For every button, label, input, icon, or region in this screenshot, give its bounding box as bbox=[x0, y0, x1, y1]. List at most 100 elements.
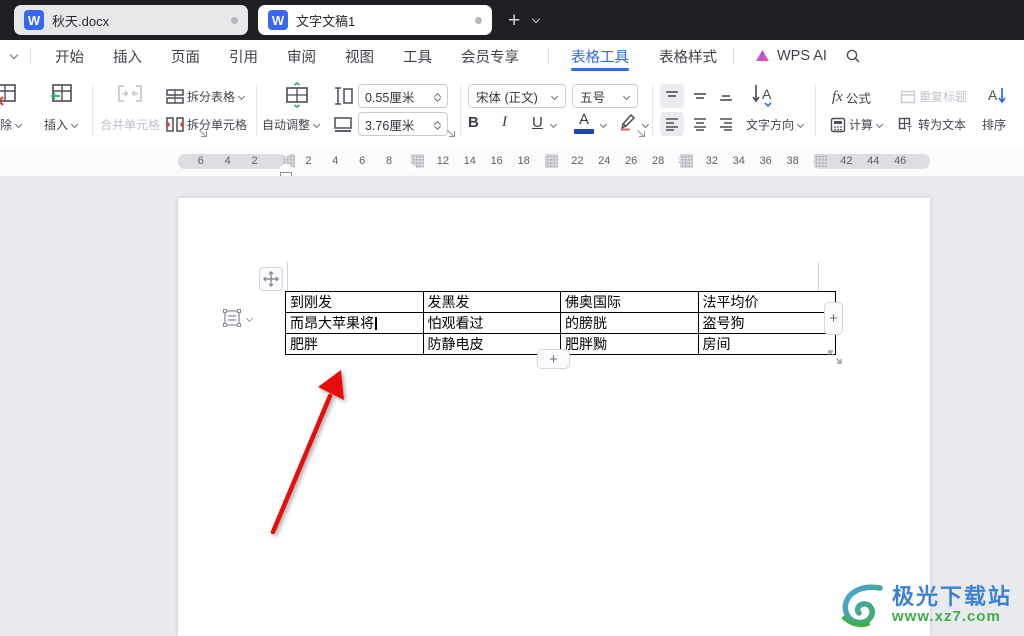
delete-cells-button[interactable]: 除 bbox=[0, 116, 22, 133]
svg-text:A: A bbox=[762, 86, 772, 102]
col-width-input[interactable]: 3.76厘米 bbox=[358, 112, 448, 136]
table-cell[interactable]: 肥胖黝 bbox=[560, 333, 699, 355]
doc-table[interactable]: 到刚发 发黑发 佛奥国际 法平均价 而昂大苹果将 怕观看过 的膀胱 盗号狗 肥胖 防静电皮 肥胖黝房… bbox=[285, 291, 836, 355]
table-column-marker[interactable] bbox=[680, 154, 693, 168]
ruler-number: 26 bbox=[625, 155, 638, 167]
convert-to-text-button[interactable]: T 转为文本 bbox=[898, 116, 966, 133]
col-width-icon bbox=[332, 114, 354, 134]
font-name-select[interactable]: 宋体 (正文) bbox=[468, 84, 566, 108]
table-cell[interactable]: 盗号狗 bbox=[697, 312, 836, 334]
font-color-button[interactable]: A bbox=[574, 112, 594, 134]
svg-text:A: A bbox=[988, 87, 998, 103]
table-cell[interactable]: 怕观看过 bbox=[422, 312, 561, 334]
tab-modified-dot[interactable] bbox=[231, 16, 238, 24]
row-selector-button[interactable] bbox=[221, 307, 253, 329]
ruler-number: 44 bbox=[867, 155, 880, 167]
collapse-ribbon-chevron-icon[interactable] bbox=[10, 52, 18, 60]
row-height-icon bbox=[332, 86, 354, 106]
chevron-down-icon[interactable] bbox=[550, 122, 557, 127]
watermark-url: www.xz7.com bbox=[891, 608, 1001, 626]
document-canvas[interactable]: 到刚发 发黑发 佛奥国际 法平均价 而昂大苹果将 怕观看过 的膀胱 盗号狗 肥胖 防静电皮 肥胖黝房… bbox=[0, 176, 1024, 636]
tab-table-tools[interactable]: 表格工具 bbox=[571, 40, 629, 72]
spinner-down-icon[interactable] bbox=[434, 96, 441, 101]
italic-button[interactable]: I bbox=[502, 114, 507, 131]
calculate-button[interactable]: 计算 bbox=[830, 116, 883, 133]
tab-modified-dot[interactable] bbox=[475, 16, 482, 24]
insert-cells-button[interactable]: 插入 bbox=[44, 116, 78, 133]
align-center-vertical-button[interactable] bbox=[688, 84, 712, 108]
autofit-button[interactable]: 自动调整 bbox=[262, 116, 320, 133]
ruler[interactable]: 6422468101214161820222426283032343638404… bbox=[0, 148, 1024, 178]
table-resize-handle[interactable] bbox=[826, 348, 844, 366]
fx-icon: fx bbox=[832, 89, 843, 105]
text-direction-button[interactable]: 文字方向 bbox=[746, 116, 804, 133]
search-icon[interactable] bbox=[845, 48, 861, 64]
chevron-down-icon[interactable] bbox=[600, 122, 607, 127]
spinner-down-icon[interactable] bbox=[434, 124, 441, 129]
sort-button[interactable]: 排序 bbox=[982, 116, 1006, 133]
table-cell[interactable]: 发黑发 bbox=[422, 291, 561, 313]
ruler-number: 24 bbox=[598, 155, 611, 167]
menu-bar: 开始 插入 页面 引用 审阅 视图 工具 会员专享 表格工具 表格样式 WPS … bbox=[0, 40, 1024, 72]
autofit-icon[interactable] bbox=[284, 82, 310, 108]
calculator-icon bbox=[830, 117, 846, 132]
group-dialog-launcher-icon[interactable] bbox=[448, 130, 456, 138]
menu-view[interactable]: 视图 bbox=[345, 46, 374, 67]
table-cell[interactable]: 到刚发 bbox=[285, 291, 424, 313]
align-right-button[interactable] bbox=[714, 112, 738, 136]
cell-guide-line bbox=[818, 262, 819, 291]
align-bottom-button[interactable] bbox=[714, 84, 738, 108]
underline-button[interactable]: U bbox=[532, 114, 543, 131]
site-watermark: 极光下载站 www.xz7.com bbox=[836, 580, 1012, 630]
menu-tools[interactable]: 工具 bbox=[403, 46, 432, 67]
repeat-header-label: 重复标题 bbox=[919, 90, 968, 104]
wps-ai-icon bbox=[756, 50, 769, 61]
text-direction-icon[interactable]: A bbox=[750, 82, 776, 108]
table-cell[interactable]: 的膀胱 bbox=[560, 312, 699, 334]
sort-icon[interactable]: A bbox=[986, 84, 1008, 106]
table-move-handle[interactable] bbox=[259, 267, 283, 291]
tab-document-1[interactable]: W 秋天.docx bbox=[14, 5, 248, 35]
wps-ai-label[interactable]: WPS AI bbox=[777, 48, 827, 64]
align-top-button[interactable] bbox=[660, 84, 684, 108]
tab-table-style-label: 表格样式 bbox=[659, 49, 717, 66]
table-cell[interactable]: 肥胖 bbox=[285, 333, 424, 355]
row-height-input[interactable]: 0.55厘米 bbox=[358, 84, 448, 108]
table-column-marker[interactable] bbox=[814, 154, 827, 168]
menu-reference[interactable]: 引用 bbox=[229, 46, 258, 67]
ruler-number: 6 bbox=[197, 155, 204, 167]
table-cell[interactable]: 法平均价 bbox=[697, 291, 836, 313]
align-left-button[interactable] bbox=[660, 112, 684, 136]
menu-member[interactable]: 会员专享 bbox=[461, 46, 519, 67]
tab-table-style[interactable]: 表格样式 bbox=[659, 40, 717, 72]
menu-review[interactable]: 审阅 bbox=[287, 46, 316, 67]
new-tab-button[interactable]: + bbox=[508, 10, 520, 31]
chevron-down-icon[interactable] bbox=[642, 122, 649, 127]
tab-list-chevron-icon[interactable] bbox=[532, 16, 540, 24]
group-dialog-launcher-icon[interactable] bbox=[638, 130, 646, 138]
group-dialog-launcher-icon[interactable] bbox=[200, 130, 208, 138]
merge-cells-icon bbox=[116, 82, 144, 108]
delete-label: 除 bbox=[0, 118, 13, 132]
table-cell[interactable]: 房间 bbox=[697, 333, 836, 355]
menu-insert[interactable]: 插入 bbox=[113, 46, 142, 67]
highlight-button[interactable] bbox=[618, 112, 638, 132]
font-size-select[interactable]: 五号 bbox=[572, 84, 638, 108]
insert-cells-icon[interactable] bbox=[48, 82, 74, 108]
menu-home[interactable]: 开始 bbox=[55, 46, 84, 67]
table-column-marker[interactable] bbox=[545, 154, 558, 168]
align-center-button[interactable] bbox=[688, 112, 712, 136]
chevron-down-icon bbox=[313, 122, 320, 127]
chevron-down-icon[interactable] bbox=[246, 316, 253, 321]
table-cell[interactable]: 佛奥国际 bbox=[560, 291, 699, 313]
add-column-button[interactable]: + bbox=[824, 302, 843, 335]
bold-button[interactable]: B bbox=[468, 114, 479, 131]
split-table-button[interactable]: 拆分表格 bbox=[166, 88, 245, 105]
delete-cells-icon[interactable] bbox=[0, 82, 18, 108]
table-cell[interactable]: 而昂大苹果将 bbox=[285, 312, 424, 334]
add-row-button[interactable]: + bbox=[537, 349, 570, 369]
ruler-number: 6 bbox=[359, 155, 366, 167]
tab-document-2-active[interactable]: W 文字文稿1 bbox=[258, 5, 492, 35]
formula-button[interactable]: fx 公式 bbox=[832, 88, 871, 107]
menu-page[interactable]: 页面 bbox=[171, 46, 200, 67]
